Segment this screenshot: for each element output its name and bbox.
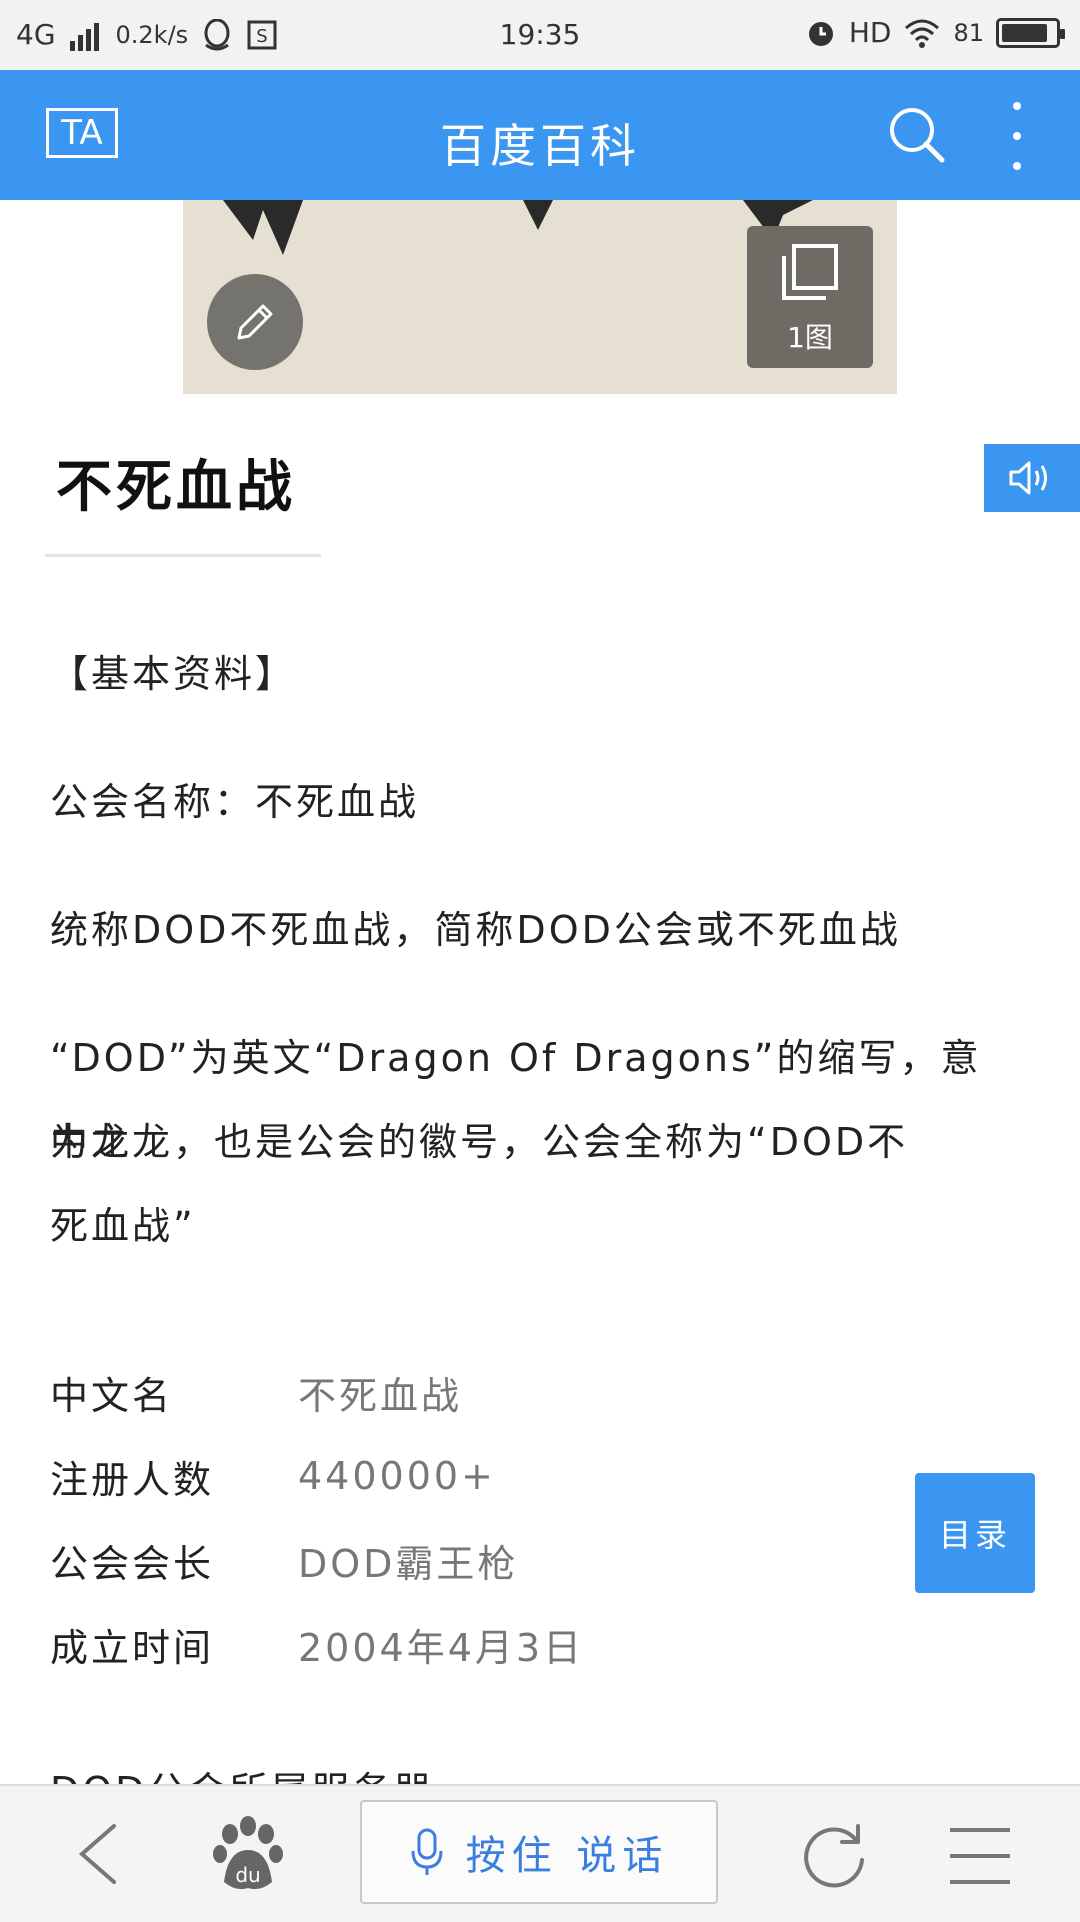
bottom-bar: du 按住 说话 (0, 1784, 1080, 1922)
back-arrow-icon[interactable] (70, 1822, 130, 1886)
microphone-icon (411, 1828, 443, 1875)
status-bar: 4G 0.2k/s S 19:35 HD 81 (0, 0, 1080, 70)
gallery-icon (782, 244, 838, 300)
guild-name-text: 公会名称：不死血战 (50, 780, 420, 824)
battery-percent: 81 (953, 18, 984, 47)
refresh-icon[interactable] (800, 1816, 868, 1892)
info-box: 中文名 不死血战 注册人数 440000+ 公会会长 DOD霸王枪 成立时间 2… (50, 1350, 950, 1686)
search-icon[interactable] (886, 104, 948, 166)
info-key: 注册人数 (50, 1457, 215, 1502)
description-line: 死血战” (50, 1204, 196, 1248)
audio-button[interactable] (984, 444, 1080, 512)
info-value: 2004年4月3日 (298, 1625, 585, 1670)
title-divider (45, 554, 321, 557)
gallery-button[interactable]: 1图 (747, 226, 873, 368)
info-value: DOD霸王枪 (298, 1541, 519, 1586)
info-key: 成立时间 (50, 1625, 215, 1670)
speaker-icon (1009, 461, 1047, 495)
info-value: 不死血战 (298, 1373, 463, 1418)
more-vertical-icon[interactable] (1000, 102, 1034, 170)
info-key: 中文名 (50, 1373, 174, 1418)
info-row: 注册人数 440000+ (50, 1434, 950, 1518)
image-count: 1图 (787, 321, 833, 354)
voice-input-button[interactable]: 按住 说话 (360, 1800, 718, 1904)
pencil-icon (237, 304, 273, 340)
entry-image[interactable]: 1图 (183, 200, 897, 394)
section-heading: 【基本资料】 (50, 652, 297, 696)
entry-title: 不死血战 (56, 455, 296, 520)
toc-button[interactable]: 目录 (915, 1473, 1035, 1593)
alias-text: 统称DOD不死血战，简称DOD公会或不死血战 (50, 908, 901, 952)
voice-input-label: 按住 说话 (465, 1833, 669, 1879)
battery-icon (996, 17, 1065, 48)
wifi-icon (905, 19, 940, 48)
baidu-paw-icon[interactable]: du (210, 1816, 286, 1896)
info-key: 公会会长 (50, 1541, 215, 1586)
svg-text:du: du (235, 1863, 260, 1887)
info-row: 公会会长 DOD霸王枪 (50, 1518, 950, 1602)
info-row: 成立时间 2004年4月3日 (50, 1602, 950, 1686)
description-line: 中之龙，也是公会的徽号，公会全称为“DOD不 (50, 1120, 909, 1164)
alarm-icon (808, 21, 833, 46)
menu-icon[interactable] (950, 1828, 1010, 1884)
info-value: 440000+ (298, 1454, 496, 1498)
info-row: 中文名 不死血战 (50, 1350, 950, 1434)
edit-button[interactable] (207, 274, 303, 370)
hd-indicator: HD (848, 16, 892, 49)
app-bar: TA 百度百科 (0, 70, 1080, 200)
